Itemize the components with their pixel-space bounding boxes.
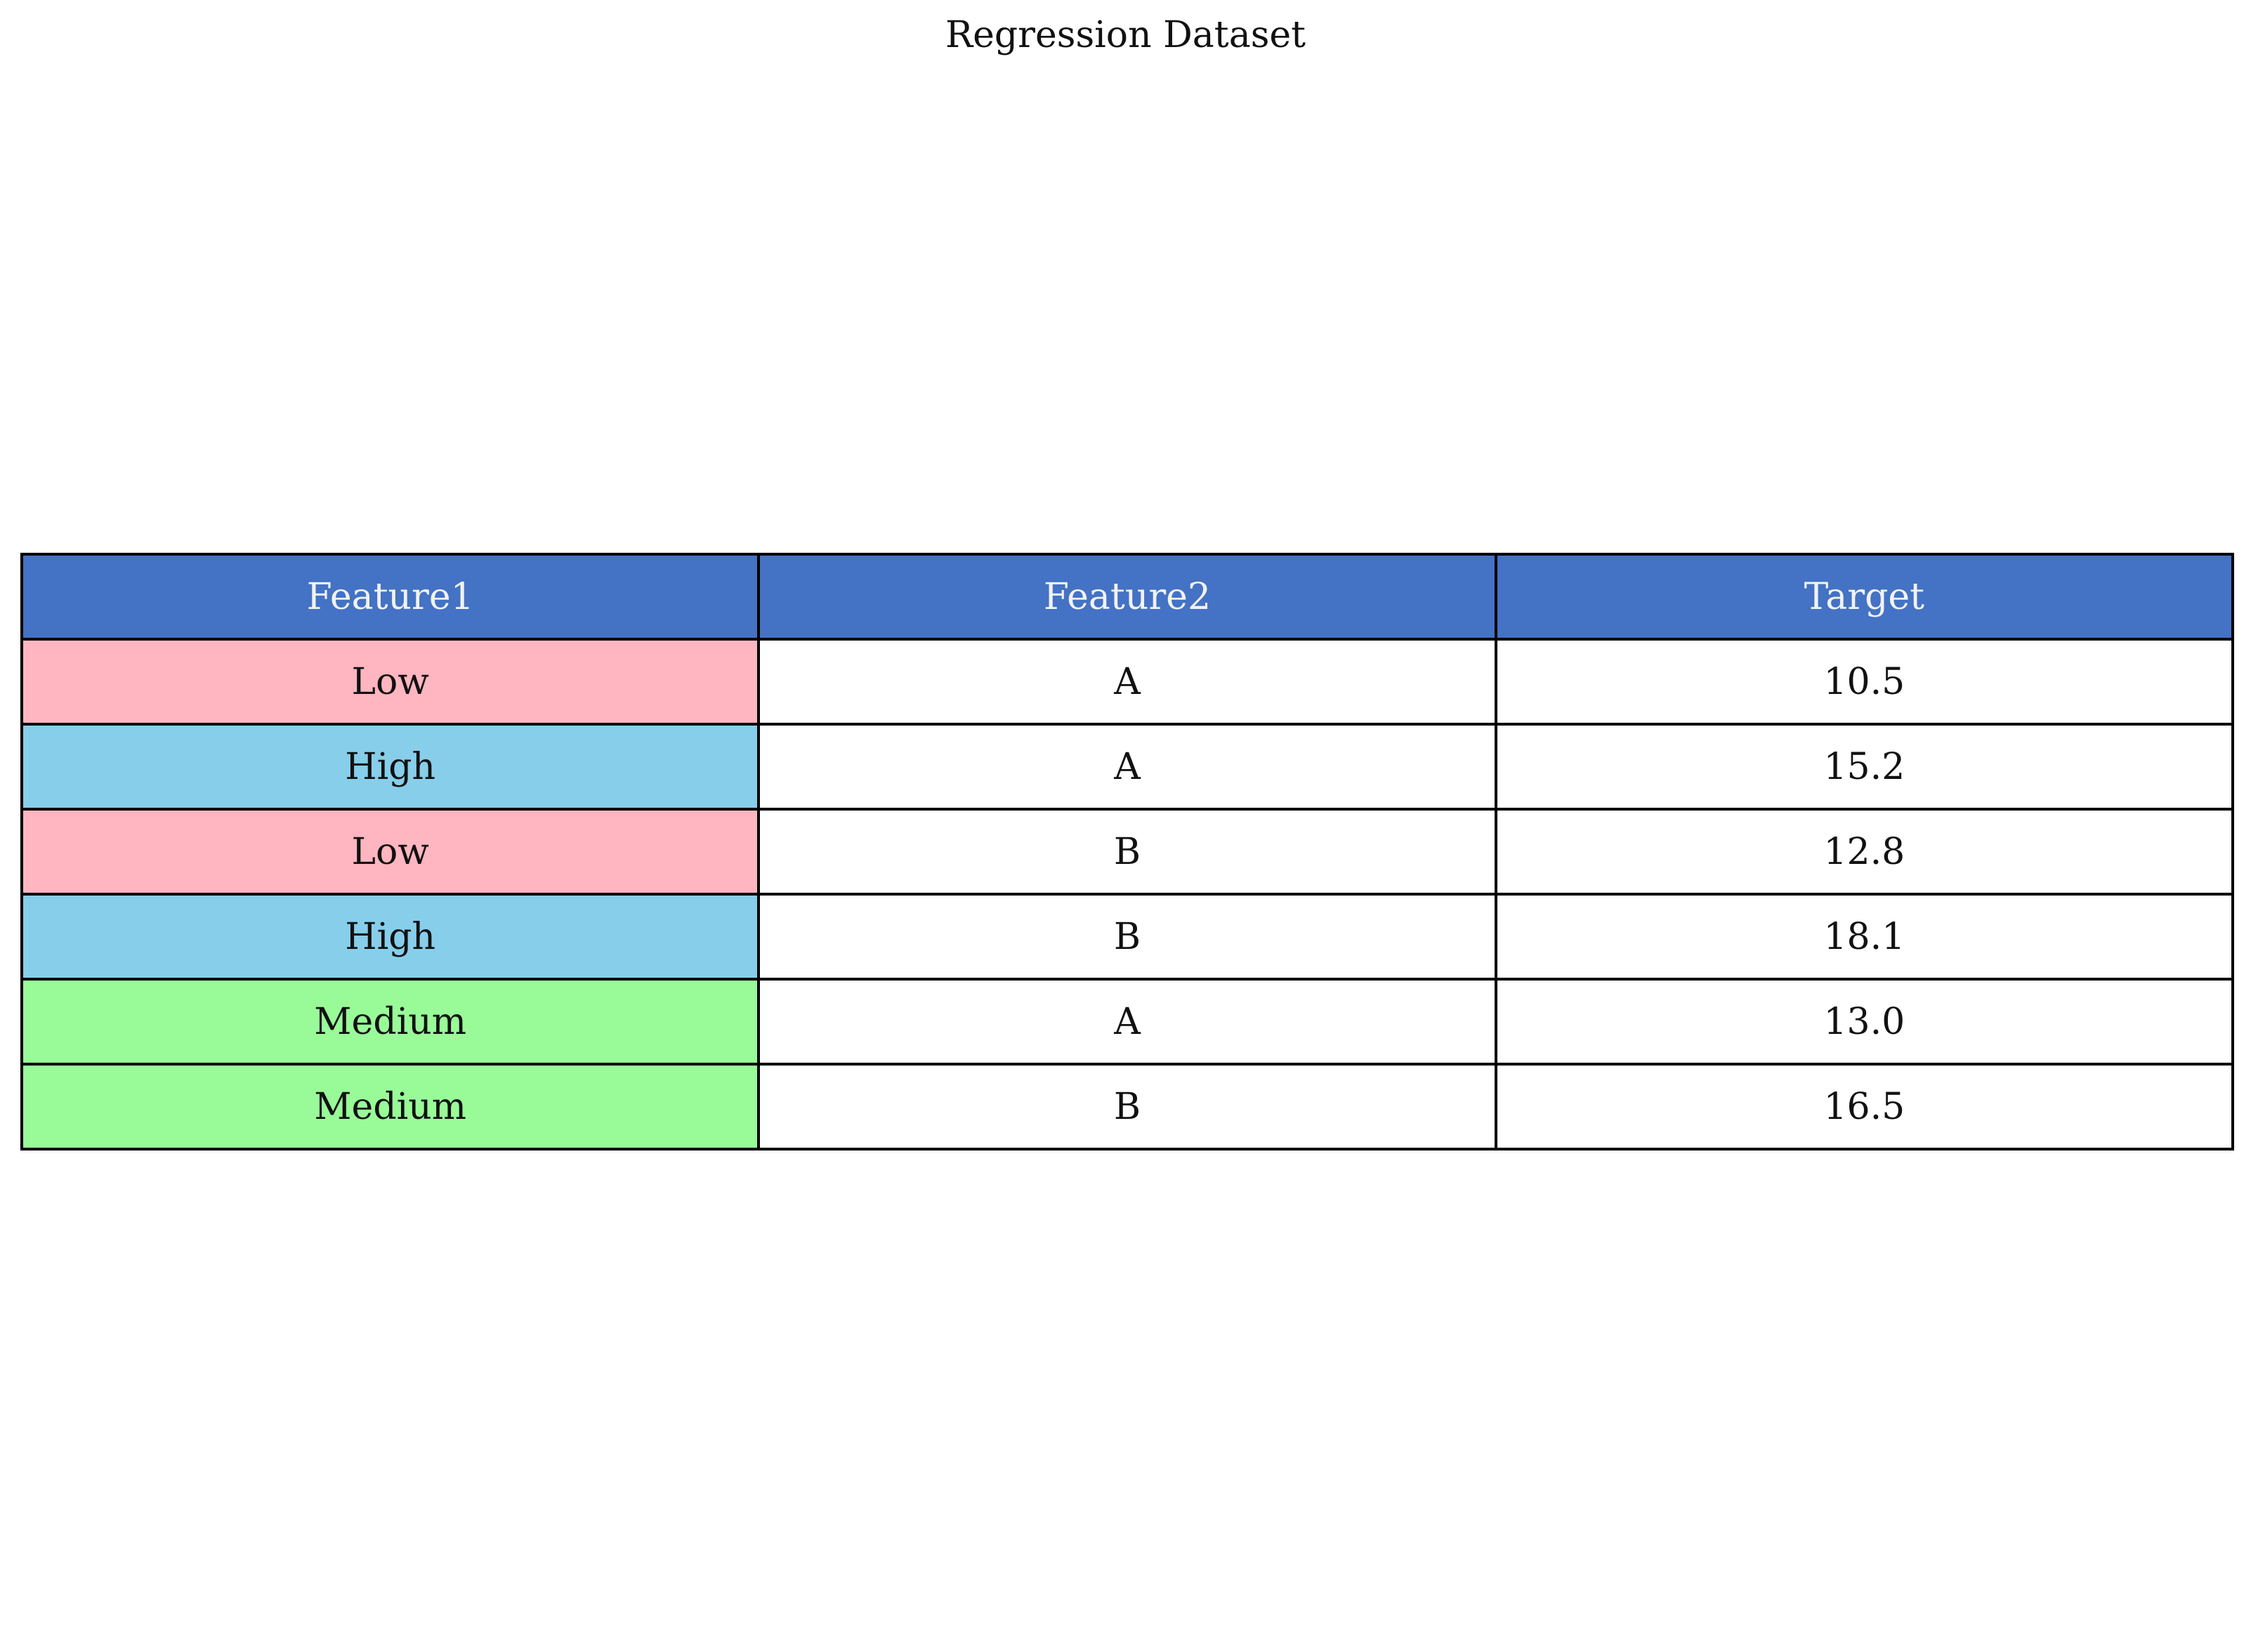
feature1-cell: High bbox=[20, 723, 761, 811]
table-row: Medium A 13.0 bbox=[20, 978, 2235, 1066]
data-table-container: Feature1 Feature2 Target Low A 10.5 High… bbox=[20, 553, 2235, 1150]
feature2-cell: A bbox=[757, 978, 1497, 1066]
chart-title: Regression Dataset bbox=[945, 14, 1306, 56]
feature1-cell: Low bbox=[20, 638, 761, 726]
feature2-cell: B bbox=[757, 1063, 1497, 1150]
feature2-cell: B bbox=[757, 893, 1497, 981]
header-row: Feature1 Feature2 Target bbox=[20, 553, 2235, 641]
table-row: Low B 12.8 bbox=[20, 808, 2235, 896]
feature2-cell: A bbox=[757, 638, 1497, 726]
table-row: Medium B 16.5 bbox=[20, 1063, 2235, 1150]
header-feature2: Feature2 bbox=[757, 553, 1497, 641]
target-cell: 16.5 bbox=[1494, 1063, 2235, 1150]
table-body: Low A 10.5 High A 15.2 Low B 12.8 High B… bbox=[20, 638, 2235, 1150]
feature1-cell: High bbox=[20, 893, 761, 981]
header-feature1: Feature1 bbox=[20, 553, 761, 641]
data-table: Feature1 Feature2 Target Low A 10.5 High… bbox=[20, 553, 2235, 1150]
feature2-cell: B bbox=[757, 808, 1497, 896]
table-header: Feature1 Feature2 Target bbox=[20, 553, 2235, 641]
table-row: High B 18.1 bbox=[20, 893, 2235, 981]
target-cell: 15.2 bbox=[1494, 723, 2235, 811]
feature1-cell: Low bbox=[20, 808, 761, 896]
table-row: Low A 10.5 bbox=[20, 638, 2235, 726]
feature2-cell: A bbox=[757, 723, 1497, 811]
target-cell: 12.8 bbox=[1494, 808, 2235, 896]
header-target: Target bbox=[1494, 553, 2235, 641]
target-cell: 18.1 bbox=[1494, 893, 2235, 981]
feature1-cell: Medium bbox=[20, 1063, 761, 1150]
target-cell: 13.0 bbox=[1494, 978, 2235, 1066]
table-row: High A 15.2 bbox=[20, 723, 2235, 811]
feature1-cell: Medium bbox=[20, 978, 761, 1066]
target-cell: 10.5 bbox=[1494, 638, 2235, 726]
